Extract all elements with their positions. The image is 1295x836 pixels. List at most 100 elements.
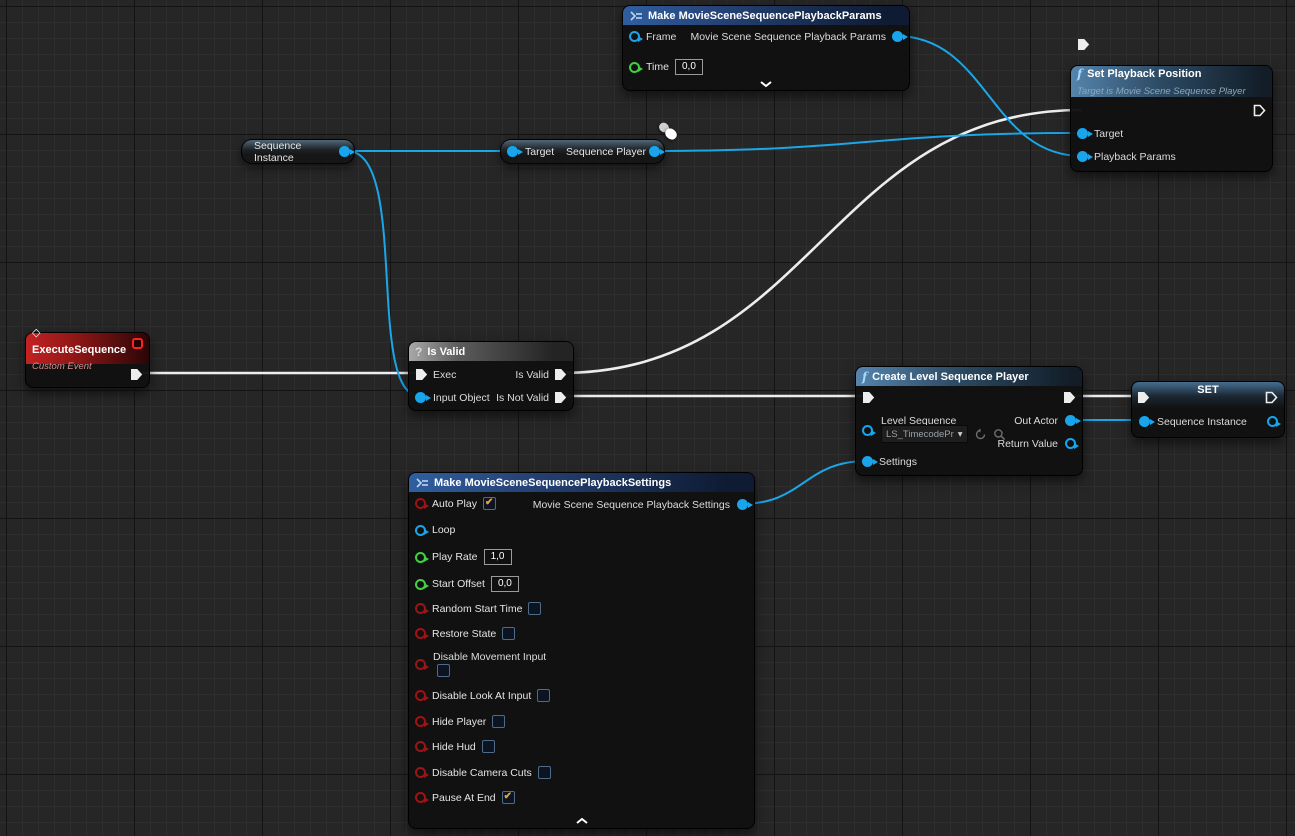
disable-movement-input-checkbox[interactable]	[437, 664, 450, 677]
pause-at-end-checkbox[interactable]	[502, 791, 515, 804]
node-get-sequence-player[interactable]: Target Sequence Player	[500, 139, 665, 164]
pin-start-offset[interactable]	[415, 579, 426, 590]
pin-start-offset-label: Start Offset	[432, 578, 485, 590]
node-make-movie-scene-sequence-playback-settings[interactable]: Make MovieSceneSequencePlaybackSettings …	[408, 472, 755, 829]
pin-time[interactable]	[629, 62, 640, 73]
node-header[interactable]: Make MovieSceneSequencePlaybackSettings	[409, 473, 754, 492]
node-title: Make MovieSceneSequencePlaybackSettings	[434, 477, 671, 489]
pin-target[interactable]	[1077, 128, 1088, 139]
pin-out-actor-label: Out Actor	[1014, 415, 1058, 427]
time-value-field[interactable]: 0,0	[675, 59, 703, 75]
graph-canvas[interactable]: Make MovieSceneSequencePlaybackParams Fr…	[0, 0, 1295, 836]
pin-exec-out[interactable]	[1253, 104, 1266, 117]
node-make-movie-scene-sequence-playback-params[interactable]: Make MovieSceneSequencePlaybackParams Fr…	[622, 5, 910, 91]
pin-exec-in[interactable]	[862, 391, 875, 404]
pin-play-rate[interactable]	[415, 552, 426, 563]
node-execute-sequence-event[interactable]: ◇ ExecuteSequence Custom Event	[25, 332, 150, 388]
pin-sequence-instance-label: Sequence Instance	[1157, 416, 1247, 428]
collapse-chevron-down-icon[interactable]	[759, 80, 773, 88]
node-set-playback-position[interactable]: f Set Playback Position Target is Movie …	[1070, 65, 1273, 172]
node-title: SET	[1132, 382, 1284, 396]
play-rate-field[interactable]: 1,0	[484, 549, 512, 565]
pin-settings[interactable]	[862, 456, 873, 467]
pin-input-object[interactable]	[415, 392, 426, 403]
wire-data-settings-createplayer	[741, 461, 867, 504]
pin-loop[interactable]	[415, 525, 426, 536]
pin-hide-hud-label: Hide Hud	[432, 741, 476, 753]
pin-hide-player[interactable]	[415, 716, 426, 727]
pin-sequence-instance-in[interactable]	[1139, 416, 1150, 427]
pin-out-actor[interactable]	[1065, 415, 1076, 426]
pin-sequence-player-out[interactable]	[649, 146, 660, 157]
pin-disable-look-at-input-label: Disable Look At Input	[432, 690, 531, 702]
pin-hide-hud[interactable]	[415, 741, 426, 752]
node-header[interactable]: f Create Level Sequence Player	[856, 367, 1082, 386]
pin-exec-in[interactable]	[1077, 38, 1090, 51]
pin-is-valid-out[interactable]	[554, 368, 567, 381]
node-is-valid[interactable]: ? Is Valid Exec Is Valid Input Object Is…	[408, 341, 574, 411]
pin-is-not-valid-out[interactable]	[554, 391, 567, 404]
output-label: Sequence Player	[566, 146, 646, 158]
pin-auto-play[interactable]	[415, 498, 426, 509]
pin-sequence-instance-out[interactable]	[339, 146, 350, 157]
function-icon: f	[862, 370, 867, 384]
pin-disable-movement-input[interactable]	[415, 659, 426, 670]
pin-exec-out[interactable]	[1265, 391, 1278, 404]
pin-exec-in[interactable]	[415, 368, 428, 381]
pin-level-sequence[interactable]	[862, 425, 873, 436]
event-binding-badge[interactable]	[132, 338, 143, 349]
disable-camera-cuts-checkbox[interactable]	[538, 766, 551, 779]
pin-pause-at-end[interactable]	[415, 792, 426, 803]
collapse-chevron-up-icon[interactable]	[575, 817, 589, 825]
start-offset-field[interactable]: 0,0	[491, 576, 519, 592]
pin-target-in[interactable]	[507, 146, 518, 157]
use-selected-asset-icon[interactable]	[974, 428, 987, 441]
pin-exec-in[interactable]	[1137, 391, 1150, 404]
pin-auto-play-label: Auto Play	[432, 498, 477, 510]
node-subtitle: Target is Movie Scene Sequence Player	[1077, 86, 1264, 97]
node-header[interactable]: Make MovieSceneSequencePlaybackParams	[623, 6, 909, 25]
pin-pause-at-end-label: Pause At End	[432, 792, 496, 804]
pin-output-label: Movie Scene Sequence Playback Settings	[533, 499, 730, 511]
wire-data-sequenceplayer-target	[651, 133, 1082, 151]
pin-disable-movement-input-label: Disable Movement Input	[433, 651, 546, 663]
pin-exec-out[interactable]	[130, 368, 143, 381]
pin-frame[interactable]	[629, 31, 640, 42]
node-header[interactable]: ? Is Valid	[409, 342, 573, 361]
target-label: Target	[525, 146, 554, 158]
node-header[interactable]: f Set Playback Position Target is Movie …	[1071, 66, 1272, 97]
pin-playback-params[interactable]	[1077, 151, 1088, 162]
pin-restore-state[interactable]	[415, 628, 426, 639]
pin-return-value[interactable]	[1065, 438, 1076, 449]
asset-name: LS_TimecodePr	[886, 429, 954, 440]
node-get-sequence-instance[interactable]: Sequence Instance	[241, 139, 355, 164]
pin-random-start-time[interactable]	[415, 603, 426, 614]
node-set-sequence-instance[interactable]: SET Sequence Instance	[1131, 381, 1285, 438]
node-title: Make MovieSceneSequencePlaybackParams	[648, 10, 882, 22]
dropdown-chevron-icon: ▾	[958, 429, 963, 440]
pin-playback-settings-out[interactable]	[737, 499, 748, 510]
pin-disable-camera-cuts[interactable]	[415, 767, 426, 778]
pin-disable-look-at-input[interactable]	[415, 690, 426, 701]
level-sequence-asset-dropdown[interactable]: LS_TimecodePr ▾	[881, 425, 968, 443]
pin-input-object-label: Input Object	[433, 392, 490, 404]
disable-look-at-input-checkbox[interactable]	[537, 689, 550, 702]
hide-player-checkbox[interactable]	[492, 715, 505, 728]
node-header[interactable]: ◇ ExecuteSequence Custom Event	[26, 333, 149, 364]
pin-exec-label: Exec	[433, 369, 456, 381]
pin-exec-out[interactable]	[1063, 391, 1076, 404]
pin-playback-params-out[interactable]	[892, 31, 903, 42]
restore-state-checkbox[interactable]	[502, 627, 515, 640]
pin-random-start-time-label: Random Start Time	[432, 603, 522, 615]
node-title: Is Valid	[427, 346, 465, 358]
make-struct-icon	[415, 477, 429, 489]
random-start-time-checkbox[interactable]	[528, 602, 541, 615]
pin-hide-player-label: Hide Player	[432, 716, 486, 728]
node-header[interactable]: SET	[1132, 382, 1284, 408]
node-create-level-sequence-player[interactable]: f Create Level Sequence Player Level Seq…	[855, 366, 1083, 476]
auto-play-checkbox[interactable]	[483, 497, 496, 510]
pin-sequence-instance-out[interactable]	[1267, 416, 1278, 427]
hide-hud-checkbox[interactable]	[482, 740, 495, 753]
variable-label: Sequence Instance	[254, 140, 336, 164]
pin-frame-label: Frame	[646, 31, 676, 43]
